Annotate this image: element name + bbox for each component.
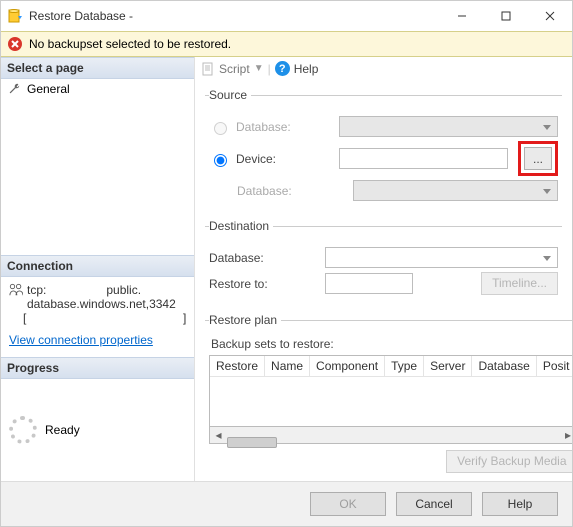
source-database-radio[interactable]: Database:	[209, 119, 329, 135]
source-group: Source Database: Device:	[205, 88, 562, 209]
script-button[interactable]: Script	[219, 62, 250, 76]
left-panel: Select a page General Connection tcp: pu…	[1, 57, 195, 481]
highlight-box: ...	[518, 141, 558, 176]
browse-device-button[interactable]: ...	[524, 147, 552, 170]
server-icon	[9, 283, 23, 297]
close-button[interactable]	[528, 1, 572, 31]
right-panel: Script ▼ | ? Help Source Database:	[195, 57, 572, 481]
restore-to-input	[325, 273, 413, 294]
table-header-row: Restore Name Component Type Server Datab…	[210, 356, 572, 377]
view-connection-properties-link[interactable]: View connection properties	[9, 333, 153, 347]
restore-db-icon	[7, 8, 23, 24]
help-icon[interactable]: ?	[275, 61, 290, 76]
backup-sets-table[interactable]: Restore Name Component Type Server Datab…	[209, 355, 572, 427]
col-type[interactable]: Type	[385, 356, 424, 377]
connection-header: Connection	[1, 255, 194, 277]
col-position[interactable]: Posit	[536, 356, 572, 377]
connection-line3: [ ]	[23, 311, 186, 325]
page-general[interactable]: General	[1, 79, 194, 99]
source-device-input[interactable]	[339, 148, 508, 169]
dialog-footer: OK Cancel Help	[1, 481, 572, 526]
cancel-button[interactable]: Cancel	[396, 492, 472, 516]
dest-database-label: Database:	[209, 251, 315, 265]
error-text: No backupset selected to be restored.	[29, 37, 231, 51]
col-database[interactable]: Database	[472, 356, 536, 377]
maximize-button[interactable]	[484, 1, 528, 31]
col-name[interactable]: Name	[265, 356, 310, 377]
error-icon	[7, 36, 23, 52]
source-database-radio-input[interactable]	[214, 122, 227, 135]
page-general-label: General	[27, 82, 70, 96]
progress-header: Progress	[1, 357, 194, 379]
table-hscrollbar[interactable]: ◂ ▸	[209, 427, 572, 444]
script-dropdown-icon[interactable]: ▼	[254, 63, 264, 74]
restore-plan-group: Restore plan Backup sets to restore: Res…	[205, 313, 572, 477]
connection-line2: database.windows.net,3342	[27, 297, 176, 311]
ok-button[interactable]: OK	[310, 492, 386, 516]
titlebar: Restore Database -	[1, 1, 572, 31]
minimize-button[interactable]	[440, 1, 484, 31]
error-bar: No backupset selected to be restored.	[1, 31, 572, 57]
verify-backup-media-button: Verify Backup Media	[446, 450, 572, 473]
destination-group: Destination Database: Restore to: Timeli…	[205, 219, 562, 303]
progress-box: Ready	[1, 379, 194, 481]
source-legend: Source	[209, 88, 251, 102]
window-title: Restore Database -	[29, 9, 440, 23]
backup-sets-label: Backup sets to restore:	[211, 337, 572, 351]
restore-to-label: Restore to:	[209, 277, 315, 291]
connection-line1: tcp: public.	[27, 283, 176, 297]
restore-database-dialog: Restore Database - No backupset selected…	[0, 0, 573, 527]
source-device-radio-input[interactable]	[214, 154, 227, 167]
scroll-left-icon[interactable]: ◂	[210, 428, 227, 442]
timeline-button: Timeline...	[481, 272, 558, 295]
wrench-icon	[7, 82, 21, 96]
col-component[interactable]: Component	[310, 356, 385, 377]
progress-status: Ready	[45, 423, 80, 437]
destination-legend: Destination	[209, 219, 273, 233]
col-restore[interactable]: Restore	[210, 356, 265, 377]
script-icon	[201, 62, 215, 76]
progress-spinner-icon	[9, 416, 37, 444]
toolbar: Script ▼ | ? Help	[195, 57, 572, 80]
connection-info: tcp: public. database.windows.net,3342 […	[1, 277, 194, 357]
col-server[interactable]: Server	[424, 356, 472, 377]
dest-database-combo[interactable]	[325, 247, 558, 268]
restore-plan-legend: Restore plan	[209, 313, 281, 327]
scroll-thumb[interactable]	[227, 437, 277, 448]
help-button-footer[interactable]: Help	[482, 492, 558, 516]
source-sub-database-label: Database:	[237, 184, 343, 198]
source-sub-database-combo[interactable]	[353, 180, 558, 201]
select-page-header: Select a page	[1, 57, 194, 79]
source-database-combo[interactable]	[339, 116, 558, 137]
scroll-right-icon[interactable]: ▸	[560, 428, 572, 442]
help-button[interactable]: Help	[294, 62, 319, 76]
source-device-radio[interactable]: Device:	[209, 151, 329, 167]
